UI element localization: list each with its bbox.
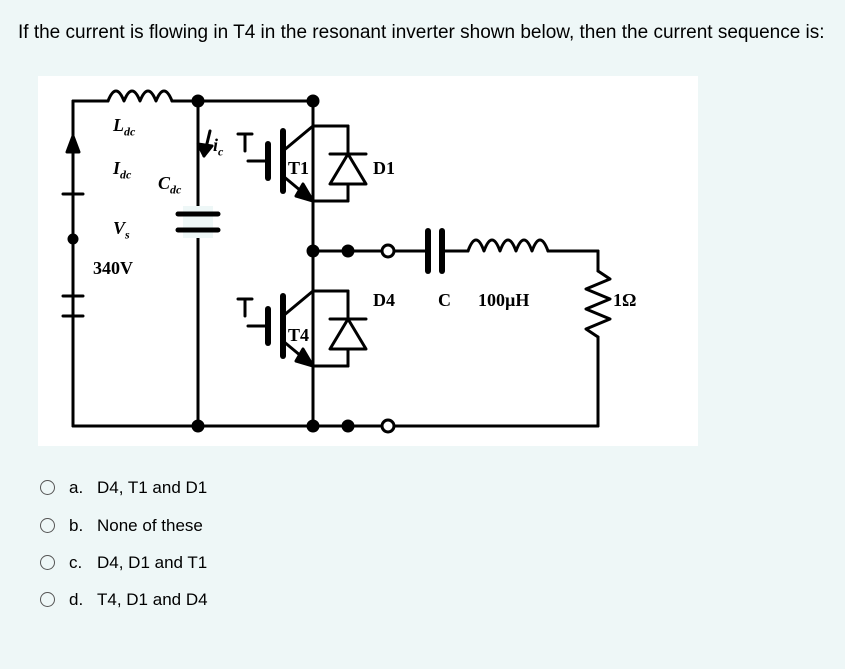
options-list: a. D4, T1 and D1 b. None of these c. D4,… (40, 474, 827, 613)
option-letter: b. (69, 512, 87, 539)
circuit-svg (38, 76, 698, 446)
circuit-diagram: Ldc Idc Cdc ic Vs 340V T1 D1 T4 D4 C 100… (38, 76, 698, 446)
radio-icon (40, 480, 55, 495)
option-a[interactable]: a. D4, T1 and D1 (40, 474, 827, 501)
option-letter: c. (69, 549, 87, 576)
option-text: D4, T1 and D1 (97, 474, 207, 501)
option-d[interactable]: d. T4, D1 and D4 (40, 586, 827, 613)
option-text: T4, D1 and D4 (97, 586, 208, 613)
radio-icon (40, 555, 55, 570)
option-text: D4, D1 and T1 (97, 549, 207, 576)
option-c[interactable]: c. D4, D1 and T1 (40, 549, 827, 576)
question-text: If the current is flowing in T4 in the r… (18, 18, 827, 48)
option-letter: a. (69, 474, 87, 501)
radio-icon (40, 518, 55, 533)
option-text: None of these (97, 512, 203, 539)
radio-icon (40, 592, 55, 607)
option-letter: d. (69, 586, 87, 613)
option-b[interactable]: b. None of these (40, 512, 827, 539)
